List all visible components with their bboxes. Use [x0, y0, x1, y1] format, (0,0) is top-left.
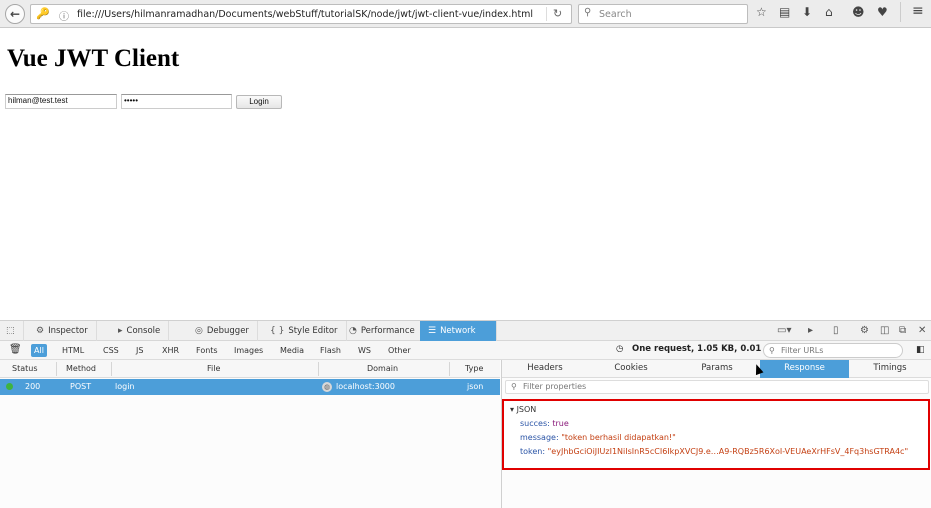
filter-properties-placeholder: Filter properties: [523, 382, 587, 391]
filter-other[interactable]: Other: [385, 344, 414, 357]
tab-params[interactable]: Params: [674, 360, 760, 378]
trash-icon[interactable]: 🗑: [6, 343, 25, 356]
status-success-icon: [6, 383, 13, 390]
devtools-tabbar: ⬚ ⚙ Inspector ▸ Console ◎ Debugger { } Style…: [0, 321, 931, 341]
column-domain[interactable]: Domain: [367, 364, 398, 373]
column-type[interactable]: Type: [465, 364, 483, 373]
requests-table-header: Status Method File Domain Type: [0, 360, 500, 378]
filter-fonts[interactable]: Fonts: [193, 344, 221, 357]
reading-list-icon[interactable]: ▤: [779, 5, 790, 19]
row-method: POST: [70, 382, 92, 391]
json-header[interactable]: ▾ JSON: [510, 405, 536, 414]
debugger-icon: ◎: [195, 325, 203, 336]
downloads-icon[interactable]: ⬇: [802, 5, 812, 19]
globe-icon: ◍: [322, 382, 332, 392]
column-divider: [56, 362, 57, 376]
tab-console[interactable]: ▸ Console: [110, 321, 170, 341]
network-icon: ☰: [428, 325, 437, 336]
filter-xhr[interactable]: XHR: [159, 344, 182, 357]
filter-js[interactable]: JS: [133, 344, 146, 357]
devtools-panel: ⬚ ⚙ Inspector ▸ Console ◎ Debugger { } Style…: [0, 320, 931, 508]
tab-timings[interactable]: Timings: [849, 360, 931, 378]
url-divider: [546, 7, 547, 21]
column-divider: [318, 362, 319, 376]
menu-icon[interactable]: ≡: [912, 3, 924, 19]
tab-headers[interactable]: Headers: [502, 360, 588, 378]
filter-urls-input[interactable]: ⚲ Filter URLs: [763, 343, 903, 358]
dock-side-icon[interactable]: ◫: [880, 325, 889, 336]
info-icon[interactable]: ⓘ: [59, 8, 69, 23]
style-editor-icon: { }: [270, 325, 285, 336]
tab-network[interactable]: ☰ Network: [420, 321, 497, 341]
tab-style-editor[interactable]: { } Style Editor: [262, 321, 347, 341]
column-status[interactable]: Status: [12, 364, 38, 373]
url-bar[interactable]: 🔑 ⓘ file:///Users/hilmanramadhan/Documen…: [30, 4, 572, 24]
filter-images[interactable]: Images: [231, 344, 266, 357]
performance-icon: ◔: [349, 325, 357, 336]
key-icon: 🔑: [36, 7, 50, 20]
filter-search-icon: ⚲: [769, 346, 775, 355]
clock-icon: ◷: [616, 344, 624, 354]
bookmark-star-icon[interactable]: ☆: [756, 5, 767, 19]
tab-debugger[interactable]: ◎ Debugger: [187, 321, 258, 341]
filter-ws[interactable]: WS: [355, 344, 374, 357]
filter-urls-placeholder: Filter URLs: [781, 346, 824, 355]
pocket-icon[interactable]: ♥: [877, 5, 888, 19]
search-bar[interactable]: ⚲ Search: [578, 4, 748, 24]
url-text: file:///Users/hilmanramadhan/Documents/w…: [77, 9, 534, 20]
json-row-succes[interactable]: succes: true: [520, 419, 569, 428]
tab-inspector[interactable]: ⚙ Inspector: [28, 321, 97, 341]
filter-media[interactable]: Media: [277, 344, 307, 357]
row-status: 200: [25, 382, 41, 391]
row-file: login: [115, 382, 135, 391]
inspector-icon: ⚙: [36, 325, 45, 336]
home-icon[interactable]: ⌂: [825, 5, 833, 19]
toggle-sidebar-icon[interactable]: ◧: [913, 344, 928, 357]
page-content: Vue JWT Client hilman@test.test ••••• Lo…: [0, 28, 931, 320]
filter-css[interactable]: CSS: [100, 344, 122, 357]
toolbar-divider: [900, 2, 901, 22]
filter-all[interactable]: All: [31, 344, 47, 357]
network-filter-bar: 🗑 All HTML CSS JS XHR Fonts Images Media…: [0, 341, 931, 360]
settings-icon[interactable]: ⚙: [860, 325, 869, 336]
tab-response[interactable]: Response: [760, 360, 849, 378]
filter-properties-search-icon: ⚲: [511, 382, 517, 391]
console-icon: ▸: [118, 325, 123, 336]
row-type: json: [467, 382, 484, 391]
request-details-tabs: Headers Cookies Params Response Timings: [502, 360, 931, 378]
scratchpad-icon[interactable]: ▸: [808, 325, 813, 336]
json-row-message[interactable]: message: "token berhasil didapatkan!": [520, 433, 676, 442]
login-button[interactable]: Login: [236, 95, 282, 109]
search-placeholder: Search: [599, 9, 632, 20]
screenshot-icon[interactable]: ▯: [833, 325, 839, 336]
back-button[interactable]: ←: [5, 4, 25, 24]
column-divider: [449, 362, 450, 376]
filter-html[interactable]: HTML: [59, 344, 87, 357]
responsive-mode-icon[interactable]: ▭▾: [777, 325, 791, 336]
table-row[interactable]: 200 POST login ◍ localhost:3000 json: [0, 379, 500, 395]
row-domain: localhost:3000: [336, 382, 395, 391]
browser-toolbar: ← 🔑 ⓘ file:///Users/hilmanramadhan/Docum…: [0, 0, 931, 28]
json-response-view: ▾ JSON succes: true message: "token berh…: [502, 399, 930, 470]
filter-properties-input[interactable]: ⚲ Filter properties: [505, 380, 929, 394]
tab-performance[interactable]: ◔ Performance: [341, 321, 424, 341]
reload-icon[interactable]: ↻: [553, 7, 562, 20]
column-method[interactable]: Method: [66, 364, 96, 373]
password-input[interactable]: •••••: [121, 94, 232, 109]
network-summary: One request, 1.05 KB, 0.01 s: [632, 344, 770, 354]
page-title: Vue JWT Client: [7, 45, 180, 72]
search-icon: ⚲: [584, 7, 592, 18]
column-file[interactable]: File: [207, 364, 220, 373]
json-row-token[interactable]: token: "eyJhbGciOiJIUzI1NiIsInR5cCI6IkpX…: [520, 447, 908, 456]
close-icon[interactable]: ✕: [918, 325, 926, 336]
hello-icon[interactable]: ☻: [852, 5, 865, 19]
pick-element-icon[interactable]: ⬚: [0, 321, 24, 341]
column-divider: [111, 362, 112, 376]
tab-cookies[interactable]: Cookies: [588, 360, 674, 378]
filter-flash[interactable]: Flash: [317, 344, 344, 357]
undock-icon[interactable]: ⧉: [899, 325, 906, 336]
email-input[interactable]: hilman@test.test: [5, 94, 117, 109]
